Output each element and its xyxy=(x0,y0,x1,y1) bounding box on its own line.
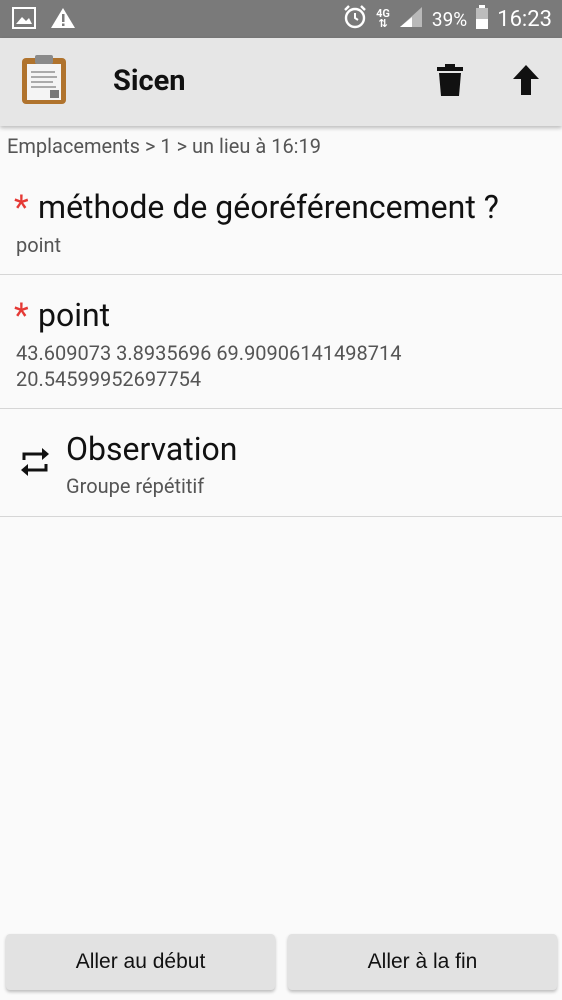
warning-icon xyxy=(50,7,76,33)
network-label: 4G xyxy=(376,7,390,20)
status-bar: 4G ⇅ 39% 16:23 xyxy=(0,0,562,38)
alarm-icon xyxy=(342,4,368,34)
go-to-start-button[interactable]: Aller au début xyxy=(6,934,275,990)
question-answer: 43.609073 3.8935696 69.90906141498714 20… xyxy=(16,340,401,392)
upload-icon[interactable] xyxy=(512,64,540,100)
delete-icon[interactable] xyxy=(436,64,464,102)
gallery-notification-icon xyxy=(12,7,36,33)
go-to-end-button[interactable]: Aller à la fin xyxy=(288,934,557,990)
repeat-group-observation[interactable]: Observation Groupe répétitif xyxy=(0,416,562,517)
question-point[interactable]: * point 43.609073 3.8935696 69.909061414… xyxy=(0,290,562,409)
breadcrumb: Emplacements > 1 > un lieu à 16:19 xyxy=(7,134,322,158)
coordinates-line-2: 20.54599952697754 xyxy=(16,367,202,391)
question-answer: point xyxy=(16,233,62,257)
required-marker: * xyxy=(14,296,29,336)
required-marker: * xyxy=(14,188,29,228)
action-bar: Sicen xyxy=(0,38,562,126)
question-georef-method[interactable]: * méthode de géoréférencement ? point xyxy=(0,182,562,275)
battery-percent: 39% xyxy=(431,7,468,31)
question-label: point xyxy=(38,296,111,334)
question-label: méthode de géoréférencement ? xyxy=(38,188,499,226)
signal-icon xyxy=(398,5,424,33)
clock-time: 16:23 xyxy=(497,6,552,32)
group-subtitle: Groupe répétitif xyxy=(66,474,205,498)
repeat-icon xyxy=(18,444,52,484)
coordinates-line-1: 43.609073 3.8935696 69.90906141498714 xyxy=(16,341,402,365)
group-title: Observation xyxy=(66,430,238,468)
clipboard-icon xyxy=(20,54,68,110)
network-type: 4G ⇅ xyxy=(376,7,390,30)
battery-icon xyxy=(475,4,489,34)
app-title: Sicen xyxy=(113,64,186,98)
